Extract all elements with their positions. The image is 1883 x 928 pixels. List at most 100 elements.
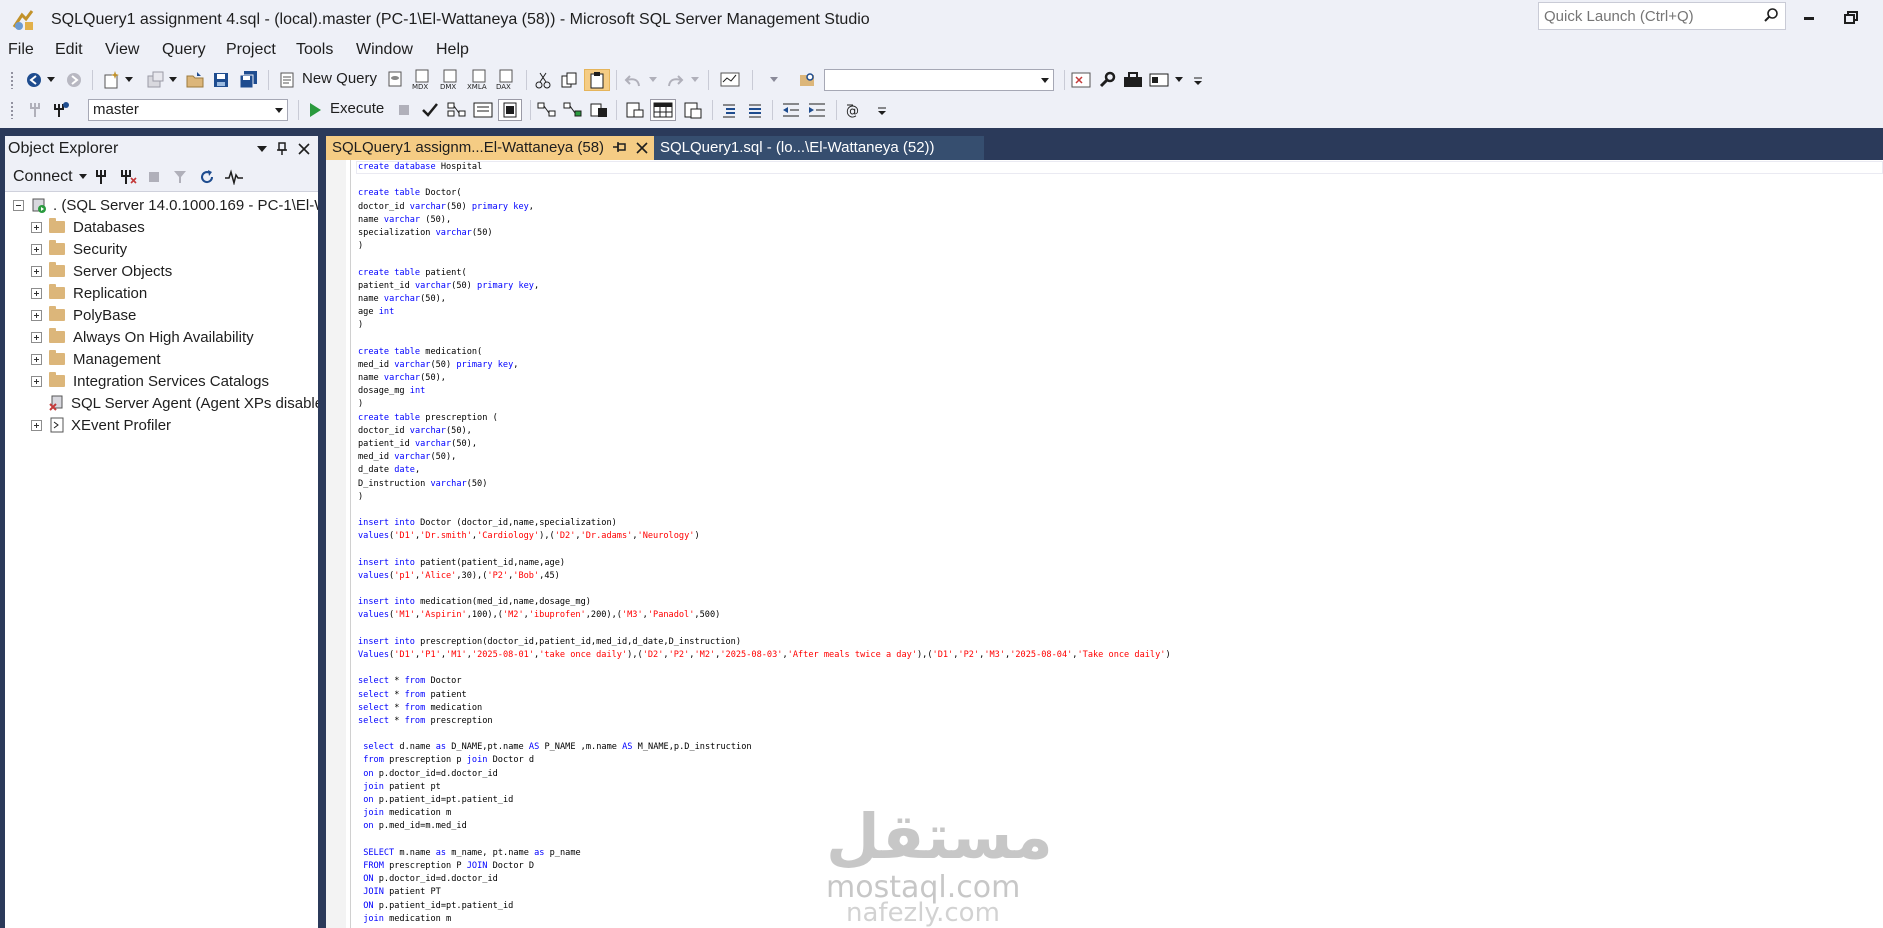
toolbar-grip[interactable] [10,71,14,89]
window-layout-icon[interactable] [1148,69,1170,91]
query-options-icon[interactable] [472,99,494,121]
tree-node-integration-services[interactable]: Integration Services Catalogs [31,370,269,392]
toolbox-icon[interactable] [1122,69,1144,91]
tree-node-databases[interactable]: Databases [31,216,145,238]
new-query-button[interactable]: New Query [302,70,377,87]
open-file-icon[interactable] [184,69,206,91]
panel-splitter[interactable] [318,136,326,928]
restore-button[interactable] [1837,4,1865,32]
toolbar-grip[interactable] [10,101,14,119]
quick-launch-input[interactable] [1539,3,1749,29]
tree-node-security[interactable]: Security [31,238,127,260]
menu-view[interactable]: View [105,40,139,60]
toolbar-overflow-icon[interactable] [876,99,888,121]
save-icon[interactable] [210,69,232,91]
expand-icon[interactable] [31,375,42,387]
ssms-app-icon[interactable] [10,7,36,33]
expand-icon[interactable] [31,221,42,233]
menu-query[interactable]: Query [162,40,206,60]
search-icon[interactable] [1763,7,1779,28]
tree-node-management[interactable]: Management [31,348,161,370]
menu-window[interactable]: Window [356,40,413,60]
connect-plug-icon[interactable] [24,99,46,121]
code-content[interactable]: create database Hospital create table Do… [358,161,1171,926]
collapse-icon[interactable] [13,199,24,211]
database-selector[interactable]: master [88,99,288,121]
back-icon[interactable] [24,69,44,91]
tree-node-replication[interactable]: Replication [31,282,147,304]
add-item-dropdown-icon[interactable] [168,69,178,91]
expand-icon[interactable] [31,243,42,255]
results-to-text-icon[interactable] [624,99,646,121]
disconnect-icon[interactable] [117,166,139,188]
db-engine-query-icon[interactable] [384,69,406,91]
pin-icon[interactable] [612,140,626,158]
connect-plug-icon[interactable] [91,166,111,188]
specify-template-values-icon[interactable]: @ [844,99,866,121]
chevron-down-icon[interactable] [1041,78,1049,83]
tree-node-always-on[interactable]: Always On High Availability [31,326,254,348]
find-in-files-icon[interactable] [796,69,818,91]
tree-node-server-objects[interactable]: Server Objects [31,260,172,282]
properties-wrench-icon[interactable] [1096,69,1118,91]
connect-button[interactable]: Connect [13,168,88,186]
expand-icon[interactable] [31,353,42,365]
close-tab-icon[interactable] [636,141,648,158]
intellisense-toggle-icon[interactable] [498,99,522,121]
parse-checkmark-icon[interactable] [420,99,440,121]
cut-icon[interactable] [532,69,554,91]
layout-dropdown-icon[interactable] [1174,69,1184,91]
add-item-icon[interactable] [144,69,166,91]
copy-icon[interactable] [558,69,580,91]
tab-sqlquery1[interactable]: SQLQuery1.sql - (lo...\El-Wattaneya (52)… [654,136,984,160]
decrease-indent-icon[interactable] [780,99,802,121]
expand-icon[interactable] [31,331,42,343]
sql-code-editor[interactable]: create database Hospital create table Do… [326,160,1883,928]
estimated-plan-icon[interactable] [446,99,468,121]
save-all-icon[interactable] [238,69,260,91]
tree-node-polybase[interactable]: PolyBase [31,304,136,326]
new-project-dropdown-icon[interactable] [124,69,134,91]
redo-icon[interactable] [664,69,686,91]
cancel-query-icon[interactable] [396,99,412,121]
dmx-query-icon[interactable]: DMX [438,69,462,91]
tree-node-xevent-profiler[interactable]: XEvent Profiler [31,414,171,436]
quick-launch-box[interactable] [1538,2,1786,30]
panel-options-chevron-down-icon[interactable] [253,140,271,158]
new-query-icon[interactable] [276,69,298,91]
back-dropdown-icon[interactable] [46,69,56,91]
pin-icon[interactable] [273,140,291,158]
uncomment-lines-icon[interactable] [744,99,766,121]
stop-icon[interactable] [145,166,163,188]
menu-file[interactable]: File [8,40,34,60]
target-dropdown-icon[interactable] [766,69,782,91]
tree-node-sql-server-agent[interactable]: SQL Server Agent (Agent XPs disabled [49,392,331,414]
new-project-icon[interactable] [100,69,122,91]
toolbar-overflow-icon[interactable] [1192,69,1204,91]
results-to-grid-icon[interactable] [650,99,676,121]
xmla-query-icon[interactable]: XMLA [466,69,492,91]
execute-play-icon[interactable] [306,99,324,121]
minimize-button[interactable] [1795,4,1823,32]
menu-tools[interactable]: Tools [296,40,333,60]
paste-icon[interactable] [584,69,610,91]
tab-sqlquery1-assignment[interactable]: SQLQuery1 assignm...El-Wattaneya (58) [326,136,663,160]
undo-dropdown-icon[interactable] [648,69,658,91]
client-statistics-icon[interactable] [588,99,610,121]
mdx-query-icon[interactable]: MDX [410,69,434,91]
actual-plan-icon[interactable] [536,99,558,121]
activity-monitor-icon[interactable] [718,69,742,91]
dax-query-icon[interactable]: DAX [494,69,518,91]
expand-icon[interactable] [31,309,42,321]
live-statistics-icon[interactable] [562,99,584,121]
solution-combo[interactable] [824,69,1054,91]
redo-dropdown-icon[interactable] [690,69,700,91]
tree-node-server[interactable]: . (SQL Server 14.0.1000.169 - PC-1\El-Wa [13,194,336,216]
filter-icon[interactable] [171,166,189,188]
refresh-icon[interactable] [197,166,217,188]
undo-icon[interactable] [622,69,644,91]
chevron-down-icon[interactable] [275,108,283,113]
results-to-file-icon[interactable] [682,99,704,121]
execute-button[interactable]: Execute [330,100,384,117]
close-icon[interactable] [295,140,313,158]
